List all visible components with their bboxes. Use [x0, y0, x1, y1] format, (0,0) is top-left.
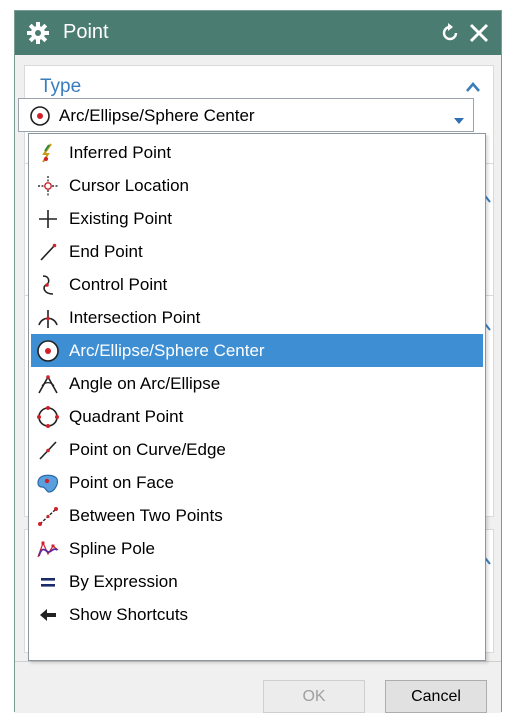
dropdown-item-label: Quadrant Point	[69, 407, 184, 426]
end-point-icon	[36, 240, 60, 264]
point-on-face-icon	[36, 471, 60, 495]
quadrant-point-icon	[36, 405, 60, 429]
intersection-point-icon	[36, 306, 60, 330]
dropdown-item-show-shortcuts[interactable]: Show Shortcuts	[31, 598, 483, 631]
close-icon[interactable]	[467, 21, 491, 45]
type-combo-box[interactable]: Arc/Ellipse/Sphere Center	[18, 98, 474, 132]
dropdown-item-arc-center[interactable]: Arc/Ellipse/Sphere Center	[31, 334, 483, 367]
type-combo-value: Arc/Ellipse/Sphere Center	[59, 106, 255, 125]
angle-on-arc-icon	[36, 372, 60, 396]
cursor-location-icon	[36, 174, 60, 198]
by-expression-icon	[36, 570, 60, 594]
inferred-point-icon	[36, 141, 60, 165]
dropdown-item-point-on-curve[interactable]: Point on Curve/Edge	[31, 433, 483, 466]
arc-center-icon	[36, 339, 60, 363]
dropdown-item-between-two-points[interactable]: Between Two Points	[31, 499, 483, 532]
dropdown-item-quadrant-point[interactable]: Quadrant Point	[31, 400, 483, 433]
dropdown-item-label: End Point	[69, 242, 143, 261]
dropdown-item-cursor-location[interactable]: Cursor Location	[31, 169, 483, 202]
dropdown-item-label: Arc/Ellipse/Sphere Center	[69, 341, 265, 360]
gear-icon[interactable]	[27, 22, 49, 44]
dropdown-item-label: By Expression	[69, 572, 178, 591]
dropdown-item-label: Angle on Arc/Ellipse	[69, 374, 221, 393]
dialog-footer: OK Cancel	[15, 661, 501, 713]
spline-pole-icon	[36, 537, 60, 561]
dialog-titlebar[interactable]: Point	[15, 11, 501, 55]
chevron-down-icon[interactable]	[453, 112, 465, 124]
dropdown-item-label: Show Shortcuts	[69, 605, 189, 624]
control-point-icon	[36, 273, 60, 297]
dropdown-item-inferred-point[interactable]: Inferred Point	[31, 136, 483, 169]
dropdown-item-point-on-face[interactable]: Point on Face	[31, 466, 483, 499]
point-on-curve-icon	[36, 438, 60, 462]
dropdown-item-label: Point on Curve/Edge	[69, 440, 226, 459]
type-section-title: Type	[40, 76, 82, 97]
dropdown-item-intersection-point[interactable]: Intersection Point	[31, 301, 483, 334]
ok-button[interactable]: OK	[263, 680, 365, 713]
chevron-up-icon[interactable]	[465, 80, 481, 92]
dropdown-item-end-point[interactable]: End Point	[31, 235, 483, 268]
dropdown-item-by-expression[interactable]: By Expression	[31, 565, 483, 598]
dropdown-item-label: Point on Face	[69, 473, 174, 492]
dropdown-item-spline-pole[interactable]: Spline Pole	[31, 532, 483, 565]
dropdown-item-label: Spline Pole	[69, 539, 156, 558]
dropdown-item-label: Intersection Point	[69, 308, 201, 327]
reset-icon[interactable]	[439, 22, 461, 44]
arc-center-icon	[29, 105, 51, 127]
between-two-points-icon	[36, 504, 60, 528]
dropdown-item-label: Control Point	[69, 275, 168, 294]
dialog-title: Point	[63, 21, 109, 43]
dropdown-item-label: Inferred Point	[69, 143, 172, 162]
dropdown-item-angle-on-arc[interactable]: Angle on Arc/Ellipse	[31, 367, 483, 400]
dropdown-item-label: Cursor Location	[69, 176, 190, 195]
type-dropdown-list: Inferred Point Cursor Location Existing …	[28, 133, 486, 661]
dropdown-item-existing-point[interactable]: Existing Point	[31, 202, 483, 235]
existing-point-icon	[36, 207, 60, 231]
cancel-button[interactable]: Cancel	[385, 680, 487, 713]
show-shortcuts-icon	[36, 603, 60, 627]
dropdown-item-control-point[interactable]: Control Point	[31, 268, 483, 301]
dropdown-item-label: Existing Point	[69, 209, 172, 228]
dropdown-item-label: Between Two Points	[69, 506, 223, 525]
